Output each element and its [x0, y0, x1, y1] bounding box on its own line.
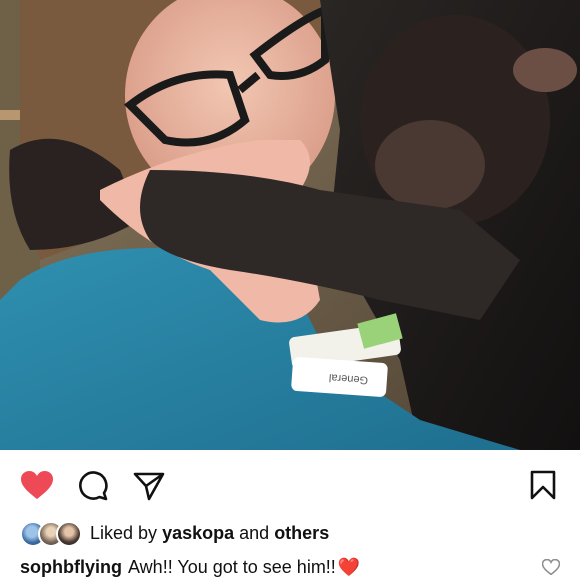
- post-photo[interactable]: General: [0, 0, 580, 450]
- comment-icon[interactable]: [78, 471, 108, 501]
- likes-connector: and: [239, 522, 270, 543]
- save-bookmark-icon[interactable]: [530, 470, 556, 500]
- comment-like-heart-icon[interactable]: [542, 559, 560, 575]
- others-link[interactable]: others: [274, 523, 329, 543]
- share-paper-plane-icon[interactable]: [133, 471, 165, 501]
- likes-text: Liked by yaskopa and others: [90, 523, 329, 544]
- liker-avatars[interactable]: [20, 521, 82, 547]
- liker-username-link[interactable]: yaskopa: [162, 523, 234, 543]
- post-caption: sophbflying Awh!! You got to see him!! ❤…: [20, 553, 540, 581]
- likes-summary: Liked by yaskopa and others: [20, 518, 560, 548]
- caption-text: Awh!! You got to see him!!: [128, 556, 336, 577]
- avatar[interactable]: [56, 521, 82, 547]
- post-action-bar: [0, 450, 580, 518]
- post-photo-illustration: General: [0, 0, 580, 450]
- caption-username-link[interactable]: sophbflying: [20, 557, 122, 578]
- likes-prefix: Liked by: [90, 522, 158, 543]
- like-heart-icon[interactable]: [20, 470, 54, 500]
- red-heart-emoji: ❤️: [337, 556, 361, 577]
